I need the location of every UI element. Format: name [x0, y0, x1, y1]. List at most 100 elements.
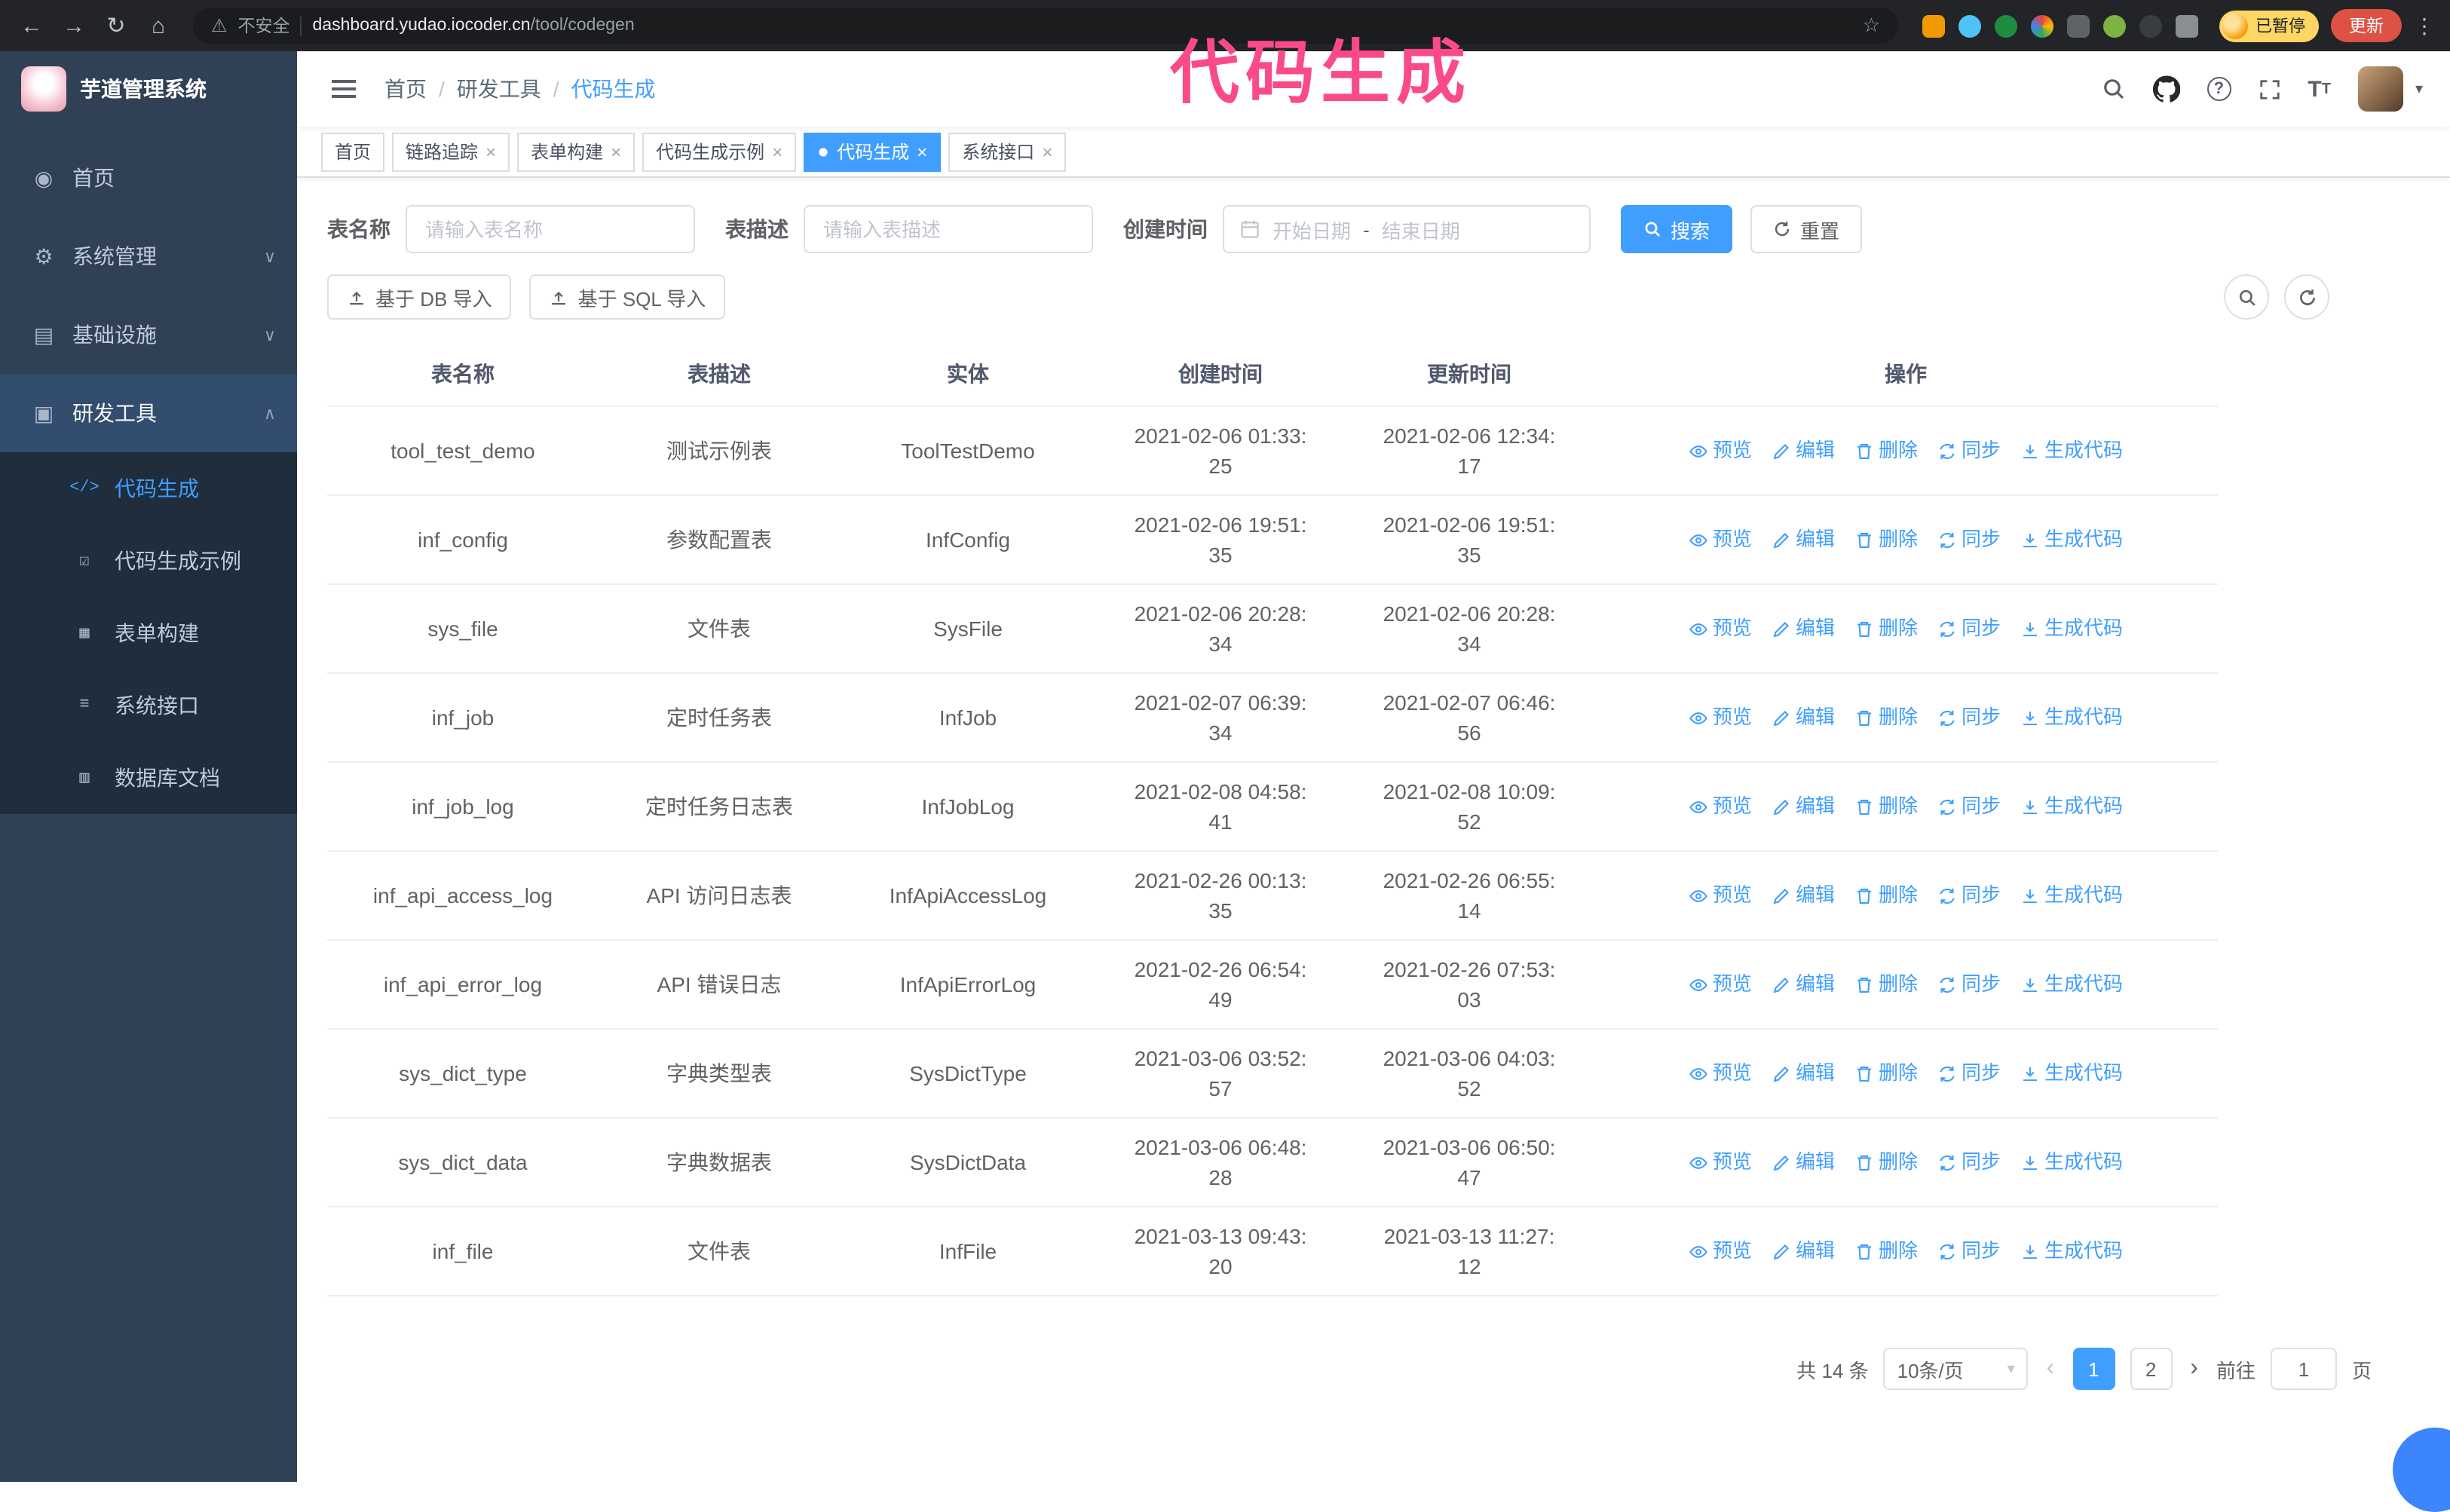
- tab-tracing[interactable]: 链路追踪 ×: [392, 132, 510, 171]
- edit-link[interactable]: 编辑: [1772, 436, 1835, 466]
- extension-icon[interactable]: [2067, 14, 2090, 37]
- delete-link[interactable]: 删除: [1854, 702, 1918, 733]
- sidebar-item-dev-tools[interactable]: ▣ 研发工具 ∧: [0, 374, 297, 452]
- fullscreen-icon[interactable]: [2258, 78, 2280, 100]
- edit-link[interactable]: 编辑: [1772, 614, 1835, 644]
- app-logo[interactable]: 芋道管理系统: [0, 51, 297, 127]
- avatar-caret-icon[interactable]: ▾: [2415, 81, 2423, 97]
- sidebar-item-codegen[interactable]: </> 代码生成: [0, 452, 297, 525]
- sync-link[interactable]: 同步: [1937, 791, 2001, 822]
- sidebar-toggle-button[interactable]: [324, 69, 363, 109]
- generate-code-link[interactable]: 生成代码: [2020, 1147, 2123, 1177]
- browser-update-button[interactable]: 更新: [2331, 9, 2402, 42]
- edit-link[interactable]: 编辑: [1772, 525, 1835, 555]
- search-button[interactable]: 搜索: [1621, 205, 1733, 253]
- tab-codegen-demo[interactable]: 代码生成示例 ×: [642, 132, 797, 171]
- close-icon[interactable]: ×: [1042, 141, 1052, 162]
- generate-code-link[interactable]: 生成代码: [2020, 791, 2123, 822]
- delete-link[interactable]: 删除: [1854, 525, 1918, 555]
- generate-code-link[interactable]: 生成代码: [2020, 1236, 2123, 1266]
- sync-link[interactable]: 同步: [1937, 1058, 2001, 1088]
- delete-link[interactable]: 删除: [1854, 1236, 1918, 1266]
- next-page-button[interactable]: ›: [2187, 1355, 2201, 1382]
- breadcrumb-home[interactable]: 首页: [384, 74, 427, 104]
- close-icon[interactable]: ×: [611, 141, 621, 162]
- browser-back-button[interactable]: ←: [12, 6, 51, 45]
- generate-code-link[interactable]: 生成代码: [2020, 969, 2123, 999]
- delete-link[interactable]: 删除: [1854, 1058, 1918, 1088]
- generate-code-link[interactable]: 生成代码: [2020, 436, 2123, 466]
- browser-profile-chip[interactable]: 已暂停: [2219, 10, 2319, 41]
- sync-link[interactable]: 同步: [1937, 1236, 2001, 1266]
- generate-code-link[interactable]: 生成代码: [2020, 614, 2123, 644]
- sidebar-item-codegen-demo[interactable]: ☑ 代码生成示例: [0, 525, 297, 597]
- search-icon[interactable]: [2101, 77, 2125, 101]
- extension-icon[interactable]: [1922, 14, 1945, 37]
- table-name-input[interactable]: [406, 205, 695, 253]
- close-icon[interactable]: ×: [485, 141, 496, 162]
- help-icon[interactable]: ?: [2207, 77, 2231, 101]
- preview-link[interactable]: 预览: [1689, 880, 1752, 911]
- extension-icon[interactable]: [2103, 14, 2126, 37]
- tab-home[interactable]: 首页: [321, 132, 385, 171]
- security-label[interactable]: 不安全: [238, 14, 290, 38]
- sidebar-item-system-api[interactable]: ≡ 系统接口: [0, 669, 297, 742]
- sidebar-item-system-management[interactable]: ⚙ 系统管理 ∨: [0, 217, 297, 295]
- sync-link[interactable]: 同步: [1937, 969, 2001, 999]
- generate-code-link[interactable]: 生成代码: [2020, 1058, 2123, 1088]
- breadcrumb-dev-tools[interactable]: 研发工具: [457, 74, 541, 104]
- page-size-select[interactable]: 10条/页 ▾: [1883, 1348, 2029, 1390]
- delete-link[interactable]: 删除: [1854, 880, 1918, 911]
- delete-link[interactable]: 删除: [1854, 1147, 1918, 1177]
- preview-link[interactable]: 预览: [1689, 1236, 1752, 1266]
- goto-page-input[interactable]: [2270, 1348, 2337, 1390]
- extensions-puzzle-icon[interactable]: [2176, 14, 2198, 37]
- import-sql-button[interactable]: 基于 SQL 导入: [529, 274, 726, 320]
- edit-link[interactable]: 编辑: [1772, 791, 1835, 822]
- github-icon[interactable]: [2152, 75, 2180, 103]
- sync-link[interactable]: 同步: [1937, 525, 2001, 555]
- delete-link[interactable]: 删除: [1854, 436, 1918, 466]
- browser-reload-button[interactable]: ↻: [96, 6, 136, 45]
- edit-link[interactable]: 编辑: [1772, 969, 1835, 999]
- tab-system-api[interactable]: 系统接口 ×: [948, 132, 1067, 171]
- generate-code-link[interactable]: 生成代码: [2020, 525, 2123, 555]
- preview-link[interactable]: 预览: [1689, 1058, 1752, 1088]
- refresh-table-button[interactable]: [2284, 274, 2329, 320]
- browser-forward-button[interactable]: →: [54, 6, 93, 45]
- preview-link[interactable]: 预览: [1689, 702, 1752, 733]
- delete-link[interactable]: 删除: [1854, 791, 1918, 822]
- tab-form-builder[interactable]: 表单构建 ×: [517, 132, 635, 171]
- bookmark-star-icon[interactable]: ☆: [1863, 14, 1880, 38]
- delete-link[interactable]: 删除: [1854, 614, 1918, 644]
- sync-link[interactable]: 同步: [1937, 614, 2001, 644]
- sync-link[interactable]: 同步: [1937, 702, 2001, 733]
- preview-link[interactable]: 预览: [1689, 525, 1752, 555]
- browser-menu-icon[interactable]: ⋮: [2411, 13, 2438, 38]
- font-size-icon[interactable]: TT: [2308, 76, 2331, 102]
- user-avatar[interactable]: [2357, 66, 2403, 112]
- sync-link[interactable]: 同步: [1937, 436, 2001, 466]
- extension-icon[interactable]: [2031, 14, 2053, 37]
- address-bar[interactable]: ⚠ 不安全 dashboard.yudao.iocoder.cn/tool/co…: [193, 8, 1898, 44]
- generate-code-link[interactable]: 生成代码: [2020, 880, 2123, 911]
- edit-link[interactable]: 编辑: [1772, 1236, 1835, 1266]
- preview-link[interactable]: 预览: [1689, 614, 1752, 644]
- sync-link[interactable]: 同步: [1937, 1147, 2001, 1177]
- edit-link[interactable]: 编辑: [1772, 880, 1835, 911]
- generate-code-link[interactable]: 生成代码: [2020, 702, 2123, 733]
- import-db-button[interactable]: 基于 DB 导入: [327, 274, 512, 320]
- sidebar-item-form-builder[interactable]: ▦ 表单构建: [0, 597, 297, 669]
- preview-link[interactable]: 预览: [1689, 791, 1752, 822]
- extension-icon[interactable]: [2139, 14, 2162, 37]
- browser-home-button[interactable]: ⌂: [139, 6, 178, 45]
- sync-link[interactable]: 同步: [1937, 880, 2001, 911]
- extension-icon[interactable]: [1958, 14, 1981, 37]
- edit-link[interactable]: 编辑: [1772, 1147, 1835, 1177]
- close-icon[interactable]: ×: [917, 141, 927, 162]
- date-range-picker[interactable]: 开始日期 - 结束日期: [1223, 205, 1591, 253]
- table-desc-input[interactable]: [804, 205, 1093, 253]
- delete-link[interactable]: 删除: [1854, 969, 1918, 999]
- reset-button[interactable]: 重置: [1750, 205, 1863, 253]
- extension-icon[interactable]: [1995, 14, 2017, 37]
